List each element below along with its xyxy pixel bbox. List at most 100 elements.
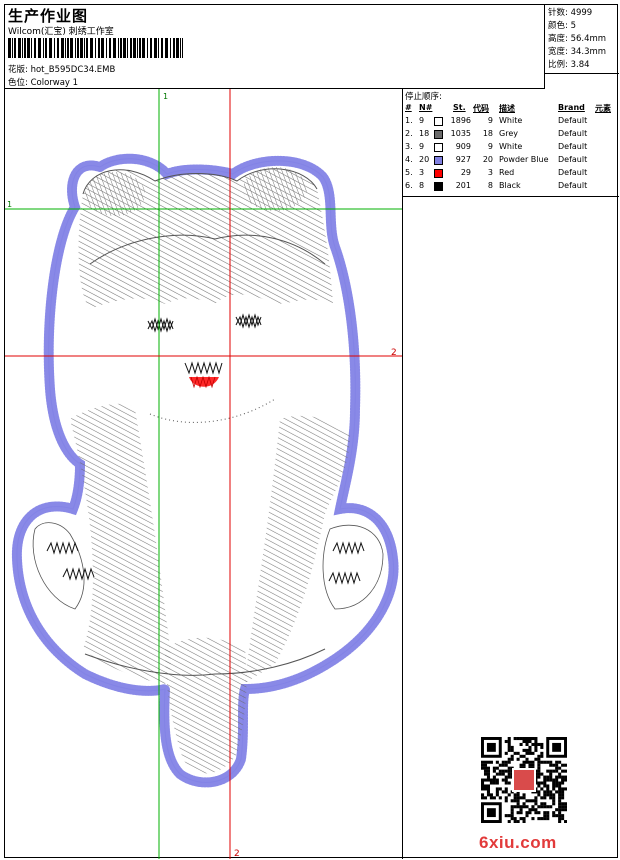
col-code: 代码 — [473, 104, 489, 113]
design-name-line: 花版: hot_B595DC34.EMB — [8, 63, 115, 75]
software-subtitle: Wilcom(汇宝) 刺绣工作室 — [8, 27, 114, 37]
qr-code — [481, 737, 567, 823]
stat-scale: 比例: 3.84 — [548, 58, 590, 70]
col-index: # — [405, 103, 412, 112]
cell-st: 201 — [455, 181, 471, 190]
cell-code: 9 — [487, 116, 493, 125]
paws — [32, 522, 384, 610]
guide-label-h2: 2 — [391, 348, 397, 358]
cell-code: 3 — [487, 168, 493, 177]
color-table-row: 3. 9 909 9 White Default — [403, 142, 619, 155]
site-tld: .com — [515, 833, 557, 852]
cell-n: 9 — [419, 142, 425, 151]
cell-idx: 5. — [405, 168, 413, 177]
cell-desc: White — [499, 116, 523, 125]
cell-st: 1035 — [450, 129, 471, 138]
stats-block: 针数: 4999 颜色: 5 高度: 56.4mm 宽度: 34.3mm 比例:… — [545, 5, 619, 74]
cell-desc: Red — [499, 168, 515, 177]
stat-height-label: 高度: — [548, 34, 568, 44]
color-table-title: 停止顺序: — [405, 92, 442, 102]
production-sheet: 生产作业图 Wilcom(汇宝) 刺绣工作室 花版: hot_B595DC34.… — [4, 4, 619, 859]
color-stop-table: 停止顺序: # N# St. 代码 描述 Brand 元素 1. 9 1896 9 Wh… — [403, 89, 619, 197]
eyes — [147, 313, 262, 333]
stat-stitches: 针数: 4999 — [548, 6, 592, 18]
cell-brand: Default — [558, 129, 588, 138]
cell-brand: Default — [558, 168, 588, 177]
color-swatch — [434, 143, 443, 152]
color-table-row: 2. 18 1035 18 Grey Default — [403, 129, 619, 142]
col-n: N# — [419, 103, 433, 112]
cell-code: 9 — [487, 142, 493, 151]
guide-label-v1: 1 — [163, 92, 168, 101]
site-watermark: 6xiu.com — [479, 833, 557, 853]
cell-brand: Default — [558, 155, 588, 164]
cell-brand: Default — [558, 181, 588, 190]
stat-width: 宽度: 34.3mm — [548, 45, 606, 57]
cell-desc: Powder Blue — [499, 155, 549, 164]
colorway-line: 色位: Colorway 1 — [8, 76, 78, 88]
cell-idx: 6. — [405, 181, 413, 190]
body-fill — [70, 403, 350, 774]
colorway-name: Colorway 1 — [30, 78, 79, 88]
cell-n: 20 — [419, 155, 430, 164]
sheet-title: 生产作业图 — [8, 7, 89, 25]
stat-colors-label: 颜色: — [548, 21, 568, 31]
cell-desc: Grey — [499, 129, 518, 138]
color-table-row: 4. 20 927 20 Powder Blue Default — [403, 155, 619, 168]
stat-height-value: 56.4mm — [570, 34, 607, 44]
stat-width-value: 34.3mm — [570, 47, 607, 57]
neck-running-stitch — [149, 398, 276, 423]
cell-idx: 2. — [405, 129, 413, 138]
design-name: hot_B595DC34.EMB — [30, 65, 116, 75]
guide-label-h1: 1 — [7, 200, 12, 209]
cell-idx: 3. — [405, 142, 413, 151]
stat-scale-value: 3.84 — [570, 60, 590, 70]
embroidery-artwork: 1 1 2 2 — [5, 89, 402, 859]
cell-n: 18 — [419, 129, 430, 138]
color-swatch — [434, 130, 443, 139]
stat-width-label: 宽度: — [548, 47, 568, 57]
color-table-row: 6. 8 201 8 Black Default — [403, 181, 619, 194]
cell-desc: White — [499, 142, 523, 151]
cell-st: 909 — [455, 142, 471, 151]
stat-stitches-label: 针数: — [548, 8, 568, 18]
cell-desc: Black — [499, 181, 521, 190]
color-swatch — [434, 156, 443, 165]
color-swatch — [434, 169, 443, 178]
color-swatch — [434, 182, 443, 191]
design-label: 花版: — [8, 65, 28, 75]
col-element: 元素 — [595, 104, 611, 113]
cell-code: 8 — [487, 181, 493, 190]
cell-st: 29 — [460, 168, 471, 177]
stat-colors-value: 5 — [570, 21, 576, 31]
cell-brand: Default — [558, 116, 588, 125]
color-table-header: # N# St. 代码 描述 Brand 元素 — [403, 103, 619, 116]
cell-idx: 4. — [405, 155, 413, 164]
cell-n: 8 — [419, 181, 425, 190]
color-table-row: 5. 3 29 3 Red Default — [403, 168, 619, 181]
cell-st: 927 — [455, 155, 471, 164]
stat-scale-label: 比例: — [548, 60, 568, 70]
color-swatch — [434, 117, 443, 126]
stat-stitches-value: 4999 — [570, 8, 593, 18]
col-desc: 描述 — [499, 104, 515, 113]
cell-st: 1896 — [450, 116, 471, 125]
colorway-label: 色位: — [8, 78, 28, 88]
cell-code: 20 — [482, 155, 493, 164]
cell-brand: Default — [558, 142, 588, 151]
stat-colors: 颜色: 5 — [548, 19, 576, 31]
color-table-row: 1. 9 1896 9 White Default — [403, 116, 619, 129]
cell-idx: 1. — [405, 116, 413, 125]
stat-height: 高度: 56.4mm — [548, 32, 606, 44]
col-stitches: St. — [453, 103, 466, 112]
cell-n: 3 — [419, 168, 425, 177]
cell-n: 9 — [419, 116, 425, 125]
cell-code: 18 — [482, 129, 493, 138]
barcode-image — [8, 38, 183, 58]
header-block: 生产作业图 Wilcom(汇宝) 刺绣工作室 花版: hot_B595DC34.… — [5, 5, 545, 89]
site-name: 6xiu — [479, 833, 516, 852]
mouth — [184, 361, 223, 389]
design-preview: 1 1 2 2 — [5, 89, 403, 859]
col-brand: Brand — [558, 103, 585, 112]
guide-label-v2: 2 — [234, 849, 240, 859]
